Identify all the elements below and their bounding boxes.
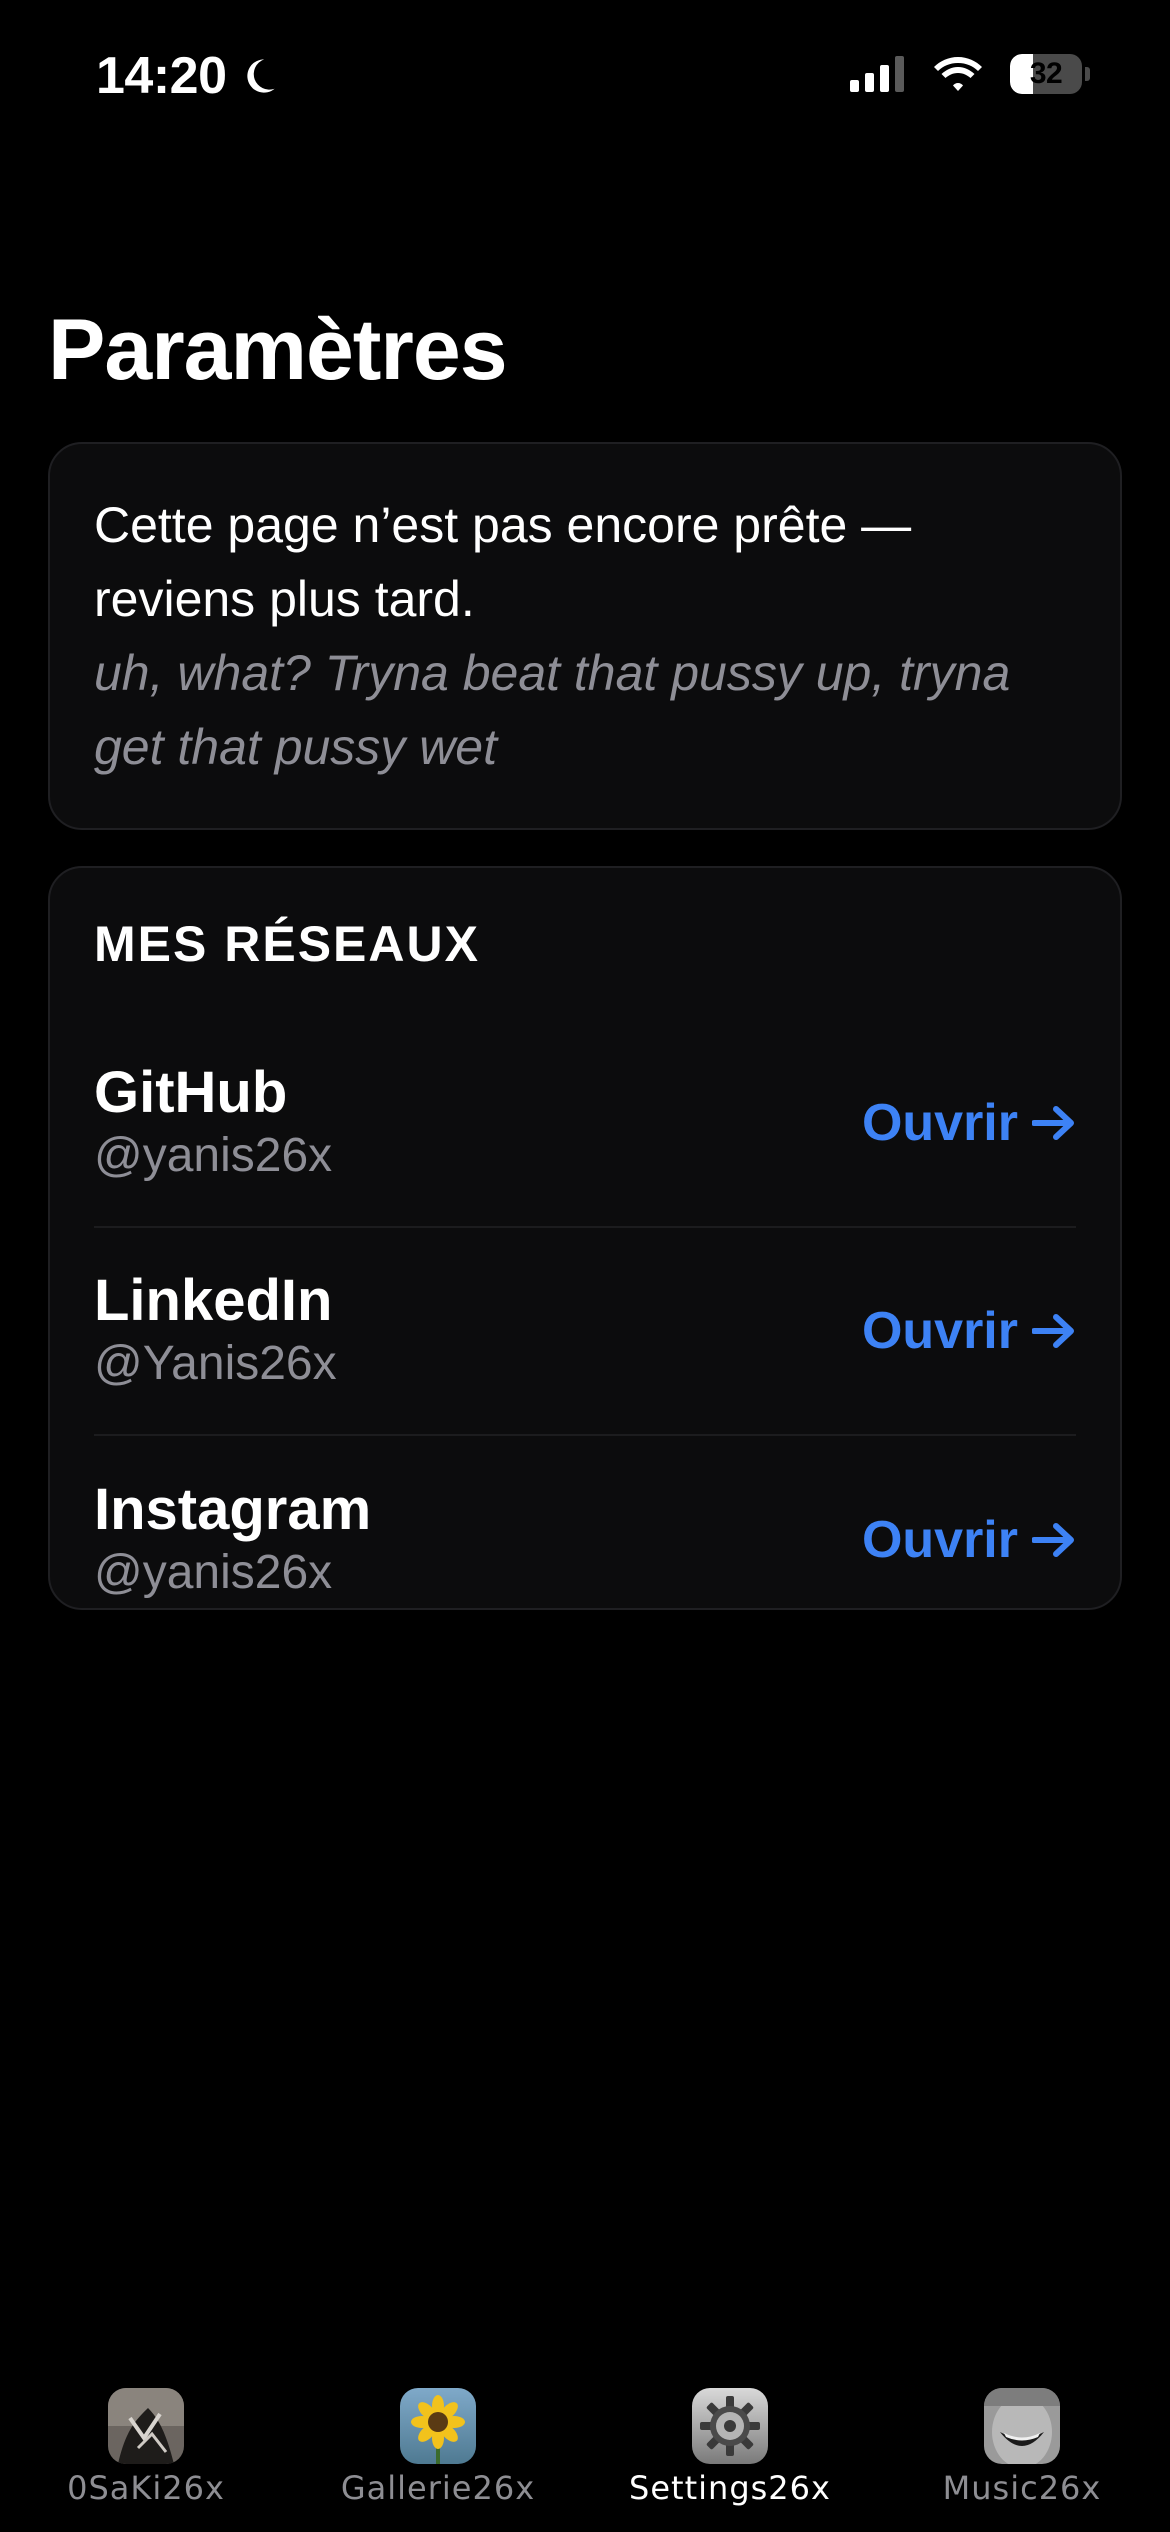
networks-card: MES RÉSEAUX GitHub @yanis26x Ouvrir Link… [48,866,1122,1610]
network-row-linkedin: LinkedIn @Yanis26x Ouvrir [94,1228,1076,1436]
status-time: 14:20 [96,47,227,105]
tab-label: 0SaKi26x [67,2469,225,2507]
moon-icon [246,59,275,93]
status-bar: 14:20 32 [0,0,1170,150]
network-name: LinkedIn [94,1268,333,1333]
open-label: Ouvrir [861,1302,1018,1360]
open-linkedin-button[interactable]: Ouvrir [862,1301,1076,1361]
notice-message: Cette page n’est pas encore prête — revi… [94,497,912,627]
network-handle: @yanis26x [94,1546,333,1599]
battery-icon: 32 [1010,54,1090,94]
open-label: Ouvrir [861,1094,1018,1152]
open-label: Ouvrir [861,1511,1018,1569]
network-row-github: GitHub @yanis26x Ouvrir [94,1020,1076,1228]
network-name: GitHub [94,1060,288,1125]
tab-gallerie[interactable]: Gallerie26x [318,2388,558,2508]
network-info: GitHub @yanis26x [94,1060,332,1186]
tab-settings[interactable]: Settings26x [610,2388,850,2508]
networks-section-title: MES RÉSEAUX [94,916,480,972]
osaki-avatar-icon [108,2388,184,2464]
arrow-right-icon [1032,1314,1074,1348]
wifi-icon [934,57,982,91]
tab-music[interactable]: Music26x [902,2388,1142,2508]
status-time-group: 14:20 [96,46,279,106]
settings-gear-icon [692,2388,768,2464]
network-row-instagram: Instagram @yanis26x Ouvrir [94,1436,1076,1644]
battery-cap [1085,67,1090,81]
network-name: Instagram [94,1477,372,1542]
network-handle: @Yanis26x [94,1337,337,1390]
tab-label: Gallerie26x [340,2469,536,2507]
network-handle: @yanis26x [94,1129,333,1182]
page-title: Paramètres [48,302,508,398]
music-face-icon [984,2388,1060,2464]
open-github-button[interactable]: Ouvrir [862,1093,1076,1153]
notice-card: Cette page n’est pas encore prête — revi… [48,442,1122,830]
network-info: Instagram @yanis26x [94,1477,371,1603]
tab-label: Settings26x [629,2469,831,2507]
battery-body: 32 [1010,54,1083,94]
battery-percent: 32 [1029,57,1063,90]
network-info: LinkedIn @Yanis26x [94,1268,337,1394]
status-icons: 32 [850,54,1090,94]
sunflower-icon [400,2388,476,2464]
tab-osaki[interactable]: 0SaKi26x [26,2388,266,2508]
arrow-right-icon [1032,1523,1074,1557]
open-instagram-button[interactable]: Ouvrir [862,1510,1076,1570]
tab-label: Music26x [942,2469,1102,2507]
tab-bar: 0SaKi26x Gallerie26x Settings26x Music26… [0,2370,1170,2532]
signal-icon [850,56,904,92]
arrow-right-icon [1032,1106,1074,1140]
notice-quote: uh, what? Tryna beat that pussy up, tryn… [94,645,1011,775]
